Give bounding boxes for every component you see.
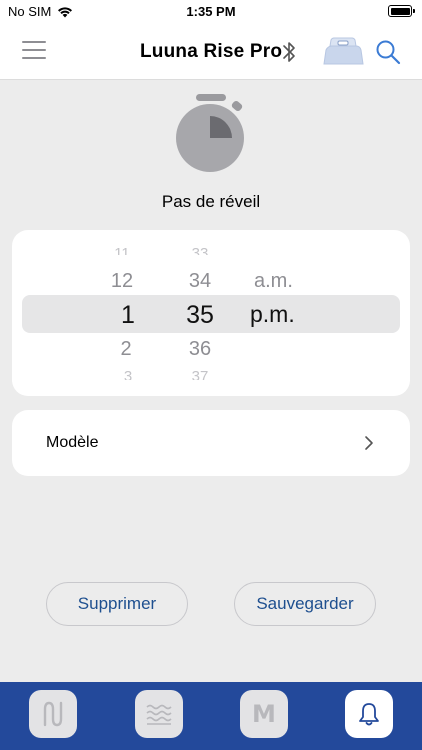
bell-icon: [359, 703, 379, 726]
model-row-label: Modèle: [46, 434, 99, 451]
picker-minute-option[interactable]: 36: [170, 338, 230, 361]
picker-hour-option[interactable]: 2: [96, 338, 156, 361]
chevron-right-icon: [365, 436, 373, 450]
bluetooth-icon: [283, 42, 295, 62]
picker-minute-selected[interactable]: 35: [170, 301, 230, 330]
picker-hour-option[interactable]: 12: [92, 270, 152, 293]
picker-minute-option[interactable]: 34: [170, 270, 230, 293]
tab-alarm[interactable]: [345, 690, 393, 738]
picker-period-option[interactable]: a.m.: [254, 270, 334, 293]
model-row[interactable]: Modèle: [12, 410, 410, 476]
picker-minute-option[interactable]: 33: [170, 245, 230, 255]
clock-time: 1:35 PM: [186, 4, 236, 19]
save-button[interactable]: Sauvegarder: [234, 582, 376, 626]
time-picker[interactable]: 11 12 1 2 3 33 34 35 36 37 a.m. p.m.: [12, 230, 410, 396]
battery-icon: [388, 5, 415, 17]
menu-icon[interactable]: [22, 40, 46, 60]
picker-minute-option[interactable]: 37: [170, 368, 230, 380]
picker-hour-selected[interactable]: 1: [98, 301, 158, 330]
delete-button[interactable]: Supprimer: [46, 582, 188, 626]
navigation-bar: Luuna Rise Pro: [0, 24, 422, 80]
picker-hour-option[interactable]: 3: [98, 368, 158, 380]
picker-hour-option[interactable]: 11: [92, 245, 152, 255]
tab-bar: M: [0, 682, 422, 750]
massage-waves-icon: [146, 704, 172, 725]
tab-position[interactable]: [29, 690, 77, 738]
alarm-status-caption: Pas de réveil: [161, 192, 261, 211]
memory-m-label: M: [252, 700, 276, 728]
device-title: Luuna Rise Pro: [140, 41, 283, 62]
picker-period-selected[interactable]: p.m.: [250, 301, 330, 328]
search-icon[interactable]: [374, 38, 402, 66]
tab-massage[interactable]: [135, 690, 183, 738]
bed-icon[interactable]: [320, 34, 366, 68]
stopwatch-icon: [176, 94, 244, 172]
tab-memory[interactable]: M: [240, 690, 288, 738]
status-bar: No SIM 1:35 PM: [0, 0, 422, 24]
wave-path-icon: [43, 701, 63, 727]
